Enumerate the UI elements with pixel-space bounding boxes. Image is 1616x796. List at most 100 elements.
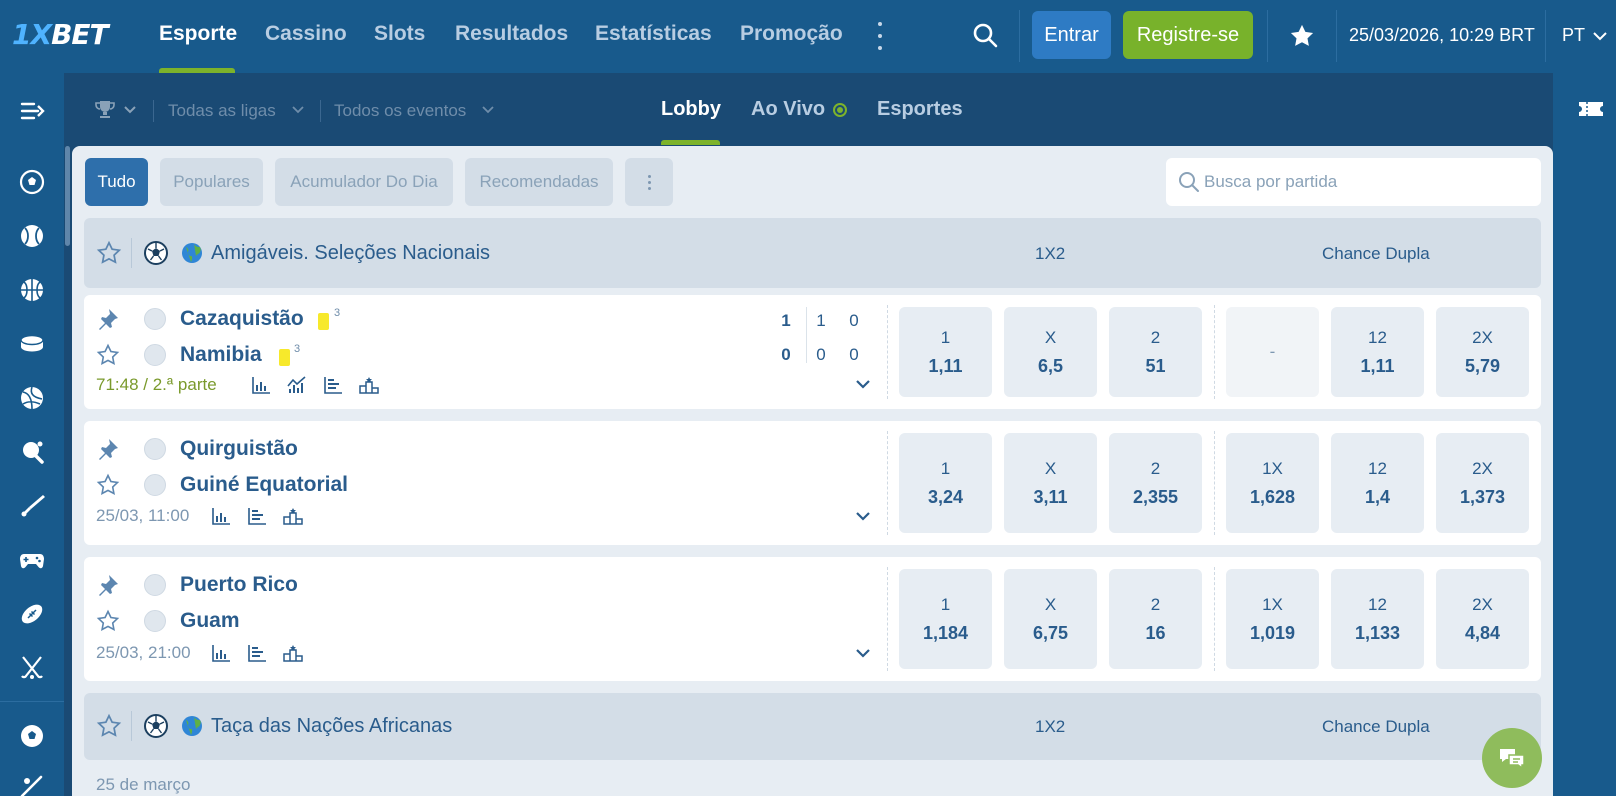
bet-slip-ticket-icon[interactable] [1578,99,1604,119]
odd-button-x[interactable]: X 3,11 [1004,433,1097,533]
star-outline-icon[interactable] [96,240,122,266]
register-button[interactable]: Registre-se [1123,11,1253,59]
nav-esporte[interactable]: Esporte [159,22,237,46]
baseball-icon[interactable] [19,223,45,249]
nav-resultados[interactable]: Resultados [455,22,568,46]
badminton-icon[interactable] [19,493,45,519]
volleyball-icon[interactable] [19,385,45,411]
chat-support-button[interactable] [1482,728,1542,788]
odd-button-1x[interactable]: 1X 1,019 [1226,569,1319,669]
pin-icon[interactable] [96,437,120,461]
language-selector[interactable]: PT [1562,25,1585,46]
tab-sports[interactable]: Esportes [877,98,963,121]
chevron-down-icon[interactable] [853,506,873,526]
match-row[interactable]: Quirguistão Guiné Equatorial 25/03, 11:0… [84,421,1541,545]
star-outline-icon[interactable] [96,343,120,367]
nav-cassino[interactable]: Cassino [265,22,347,46]
odd-button-2[interactable]: 2 51 [1109,307,1202,397]
brand-logo[interactable]: 1XBET [12,18,109,51]
pin-icon[interactable] [96,307,120,331]
odd-button-x[interactable]: X 6,5 [1004,307,1097,397]
trophy-icon[interactable] [94,100,116,120]
tab-lobby[interactable]: Lobby [661,98,721,121]
sidebar-scrollbar-thumb[interactable] [65,146,70,246]
odd-button-1[interactable]: 1 1,11 [899,307,992,397]
odd-value: 1,133 [1354,622,1401,643]
star-outline-icon[interactable] [96,609,120,633]
star-outline-icon[interactable] [96,473,120,497]
league-header[interactable]: Amigáveis. Seleções Nacionais 1X2 Chance… [84,218,1541,288]
standings-icon[interactable] [247,644,267,662]
standings-icon[interactable] [247,507,267,525]
nav-slots[interactable]: Slots [374,22,425,46]
bar-chart-icon[interactable] [211,507,231,525]
field-hockey-icon[interactable] [19,655,45,681]
match-row[interactable]: Puerto Rico Guam 25/03, 21:00 1 1,184 X 6,… [84,557,1541,681]
league-header[interactable]: Taça das Nações Africanas 1X2 Chance Dup… [84,693,1541,760]
team-1-name[interactable]: Puerto Rico [180,573,298,597]
date-group-label: 25 de março [96,775,191,794]
chevron-down-icon[interactable] [123,103,137,117]
odd-button-2x[interactable]: 2X 1,373 [1436,433,1529,533]
odd-button-1[interactable]: 1 1,184 [899,569,992,669]
all-leagues-filter[interactable]: Todas as ligas [168,101,276,121]
tab-live[interactable]: Ao Vivo [751,98,825,121]
chevron-down-icon[interactable] [481,103,495,117]
chevron-down-icon[interactable] [853,374,873,394]
bar-chart-icon[interactable] [211,644,231,662]
chevron-down-icon[interactable] [1592,28,1608,44]
match-row[interactable]: Cazaquistão 3 Namibia 3 71:48 / 2.ª part… [84,295,1541,409]
odd-button-2[interactable]: 2 16 [1109,569,1202,669]
standings-icon[interactable] [323,376,343,394]
pin-icon[interactable] [96,573,120,597]
chip-all[interactable]: Tudo [85,158,148,206]
favorites-star-icon[interactable] [1288,22,1316,50]
american-football-icon[interactable] [19,601,45,627]
nav-promocao[interactable]: Promoção [740,22,843,46]
odd-button-2x[interactable]: 2X 4,84 [1436,569,1529,669]
football-live-icon[interactable] [19,723,45,749]
odd-button-1[interactable]: 1 3,24 [899,433,992,533]
tab-active-indicator [661,140,720,145]
line-chart-icon[interactable] [287,376,307,394]
odd-button-2[interactable]: 2 2,355 [1109,433,1202,533]
chip-recommended[interactable]: Recomendadas [465,158,613,206]
odd-button-2x[interactable]: 2X 5,79 [1436,307,1529,397]
odd-button-12[interactable]: 12 1,11 [1331,307,1424,397]
odd-button-1x[interactable]: 1X 1,628 [1226,433,1319,533]
nav-estatisticas[interactable]: Estatísticas [595,22,712,46]
basketball-icon[interactable] [19,277,45,303]
chip-accumulator-of-day[interactable]: Acumulador Do Dia [275,158,453,206]
odd-button-x[interactable]: X 6,75 [1004,569,1097,669]
chip-more-button[interactable] [625,158,673,206]
team-2-name[interactable]: Guiné Equatorial [180,473,348,497]
table-tennis-icon[interactable] [19,439,45,465]
odd-button-12[interactable]: 12 1,133 [1331,569,1424,669]
all-events-filter[interactable]: Todos os eventos [334,101,466,121]
team-2-name[interactable]: Guam [180,609,240,633]
podium-icon[interactable] [283,507,303,525]
login-button[interactable]: Entrar [1032,11,1111,59]
star-outline-icon[interactable] [96,713,122,739]
odd-button-12[interactable]: 12 1,4 [1331,433,1424,533]
bar-chart-icon[interactable] [251,376,271,394]
match-search-input[interactable] [1204,158,1534,206]
podium-icon[interactable] [283,644,303,662]
divider [1214,431,1215,535]
ice-hockey-icon[interactable] [19,331,45,357]
chevron-down-icon[interactable] [291,103,305,117]
match-search-box[interactable] [1166,158,1541,206]
team-2-name[interactable]: Namibia [180,343,262,367]
more-sports-icon[interactable] [19,773,45,796]
team-1-name[interactable]: Quirguistão [180,437,298,461]
chip-popular[interactable]: Populares [160,158,263,206]
collapse-menu-icon[interactable] [19,98,45,124]
chevron-down-icon[interactable] [853,643,873,663]
esports-icon[interactable] [19,547,45,573]
football-icon[interactable] [19,169,45,195]
search-icon[interactable] [972,22,998,48]
team-1-name[interactable]: Cazaquistão [180,307,304,331]
more-menu-icon[interactable] [874,22,886,50]
divider [887,305,888,399]
podium-icon[interactable] [359,376,379,394]
